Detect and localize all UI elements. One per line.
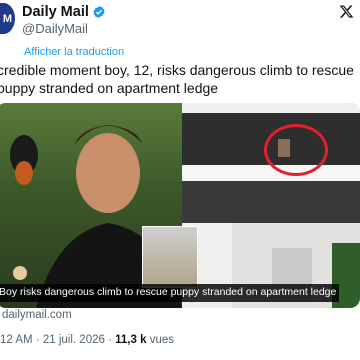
account-name[interactable]: Daily Mail xyxy=(22,4,89,20)
x-logo-icon[interactable] xyxy=(339,4,354,23)
link-source[interactable]: dailymail.com xyxy=(2,309,72,321)
views-label: vues xyxy=(149,334,174,346)
translate-link[interactable]: Afficher la traduction xyxy=(24,46,124,58)
account-handle[interactable]: @DailyMail xyxy=(22,21,88,36)
media-photo-building xyxy=(182,103,360,308)
meta-separator: · xyxy=(35,334,40,346)
x-logo-glyph xyxy=(339,5,354,18)
tweet-date[interactable]: 21 juil. 2026 xyxy=(43,334,105,346)
tweet-media[interactable]: Boy risks dangerous climb to rescue pupp… xyxy=(0,103,360,308)
account-avatar[interactable]: M xyxy=(0,3,15,34)
media-inset-photo xyxy=(142,226,198,288)
media-caption: Boy risks dangerous climb to rescue pupp… xyxy=(0,284,340,302)
highlight-circle xyxy=(264,124,328,176)
tweet-header: M Daily Mail @DailyMail xyxy=(0,0,360,40)
meta-separator: · xyxy=(108,334,112,346)
tweet-text: credible moment boy, 12, risks dangerous… xyxy=(0,62,354,96)
tweet-time[interactable]: 12 AM xyxy=(0,334,33,346)
verified-badge-icon xyxy=(93,5,105,19)
avatar-letter: M xyxy=(2,12,12,25)
tweet-meta: 12 AM · 21 juil. 2026 · 11,3 k vues xyxy=(0,334,174,346)
account-name-row: Daily Mail xyxy=(22,4,106,20)
views-count: 11,3 k xyxy=(115,334,147,346)
